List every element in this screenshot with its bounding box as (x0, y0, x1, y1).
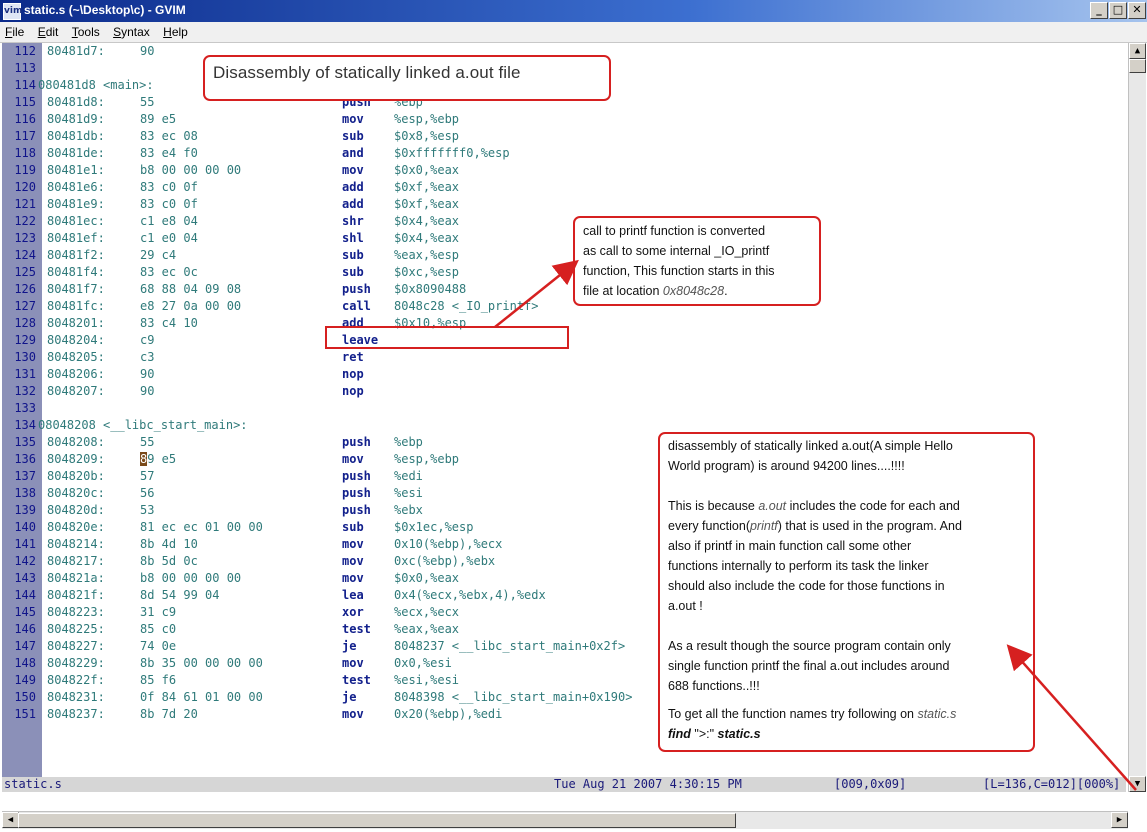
annotation-arrows (494, 259, 1137, 791)
arrow-to-static-link-note (1006, 644, 1137, 791)
arrow-to-printf-note (494, 259, 579, 328)
